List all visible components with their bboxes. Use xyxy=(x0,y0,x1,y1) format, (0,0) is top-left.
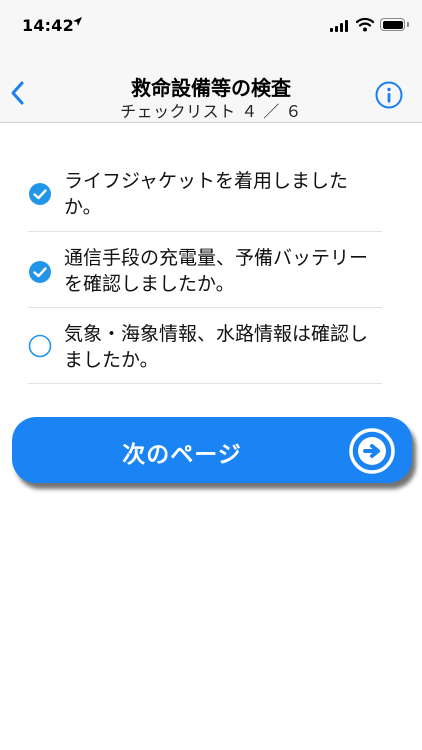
wifi-icon xyxy=(356,17,374,32)
status-time: 14:42 xyxy=(22,16,74,35)
empty-circle-icon[interactable] xyxy=(28,334,52,358)
location-arrow-icon xyxy=(72,16,83,31)
status-bar: 14:42 xyxy=(0,0,422,50)
page-title: 救命設備等の検査 xyxy=(131,76,291,100)
checklist-item-label: 通信手段の充電量、予備バッテリーを確認しましたか。 xyxy=(64,247,369,295)
checklist-item[interactable]: 気象・海象情報、水路情報は確認しましたか。 xyxy=(28,308,382,384)
checklist-item-label: ライフジャケットを着用しましたか。 xyxy=(64,170,349,218)
checklist-item[interactable]: ライフジャケットを着用しましたか。 xyxy=(28,155,382,232)
cellular-signal-icon xyxy=(330,19,350,32)
info-button[interactable] xyxy=(375,81,403,109)
next-page-label: 次のページ xyxy=(122,442,242,468)
battery-tip xyxy=(407,22,409,27)
page-subtitle: チェックリスト ４ ／ ６ xyxy=(120,102,302,121)
checkmark-circle-icon[interactable] xyxy=(28,260,52,284)
checkmark-circle-icon[interactable] xyxy=(28,182,52,206)
info-icon xyxy=(375,81,403,109)
checklist-item[interactable]: 通信手段の充電量、予備バッテリーを確認しましたか。 xyxy=(28,232,382,308)
checklist-item-label: 気象・海象情報、水路情報は確認しましたか。 xyxy=(64,323,369,371)
nav-bar: 救命設備等の検査 チェックリスト ４ ／ ６ xyxy=(0,50,422,123)
next-page-button[interactable]: 次のページ xyxy=(12,417,412,483)
arrow-right-circle-icon xyxy=(349,428,395,474)
battery-icon xyxy=(380,18,405,31)
checklist: ライフジャケットを着用しましたか。 通信手段の充電量、予備バッテリーを確認しまし… xyxy=(28,155,382,384)
